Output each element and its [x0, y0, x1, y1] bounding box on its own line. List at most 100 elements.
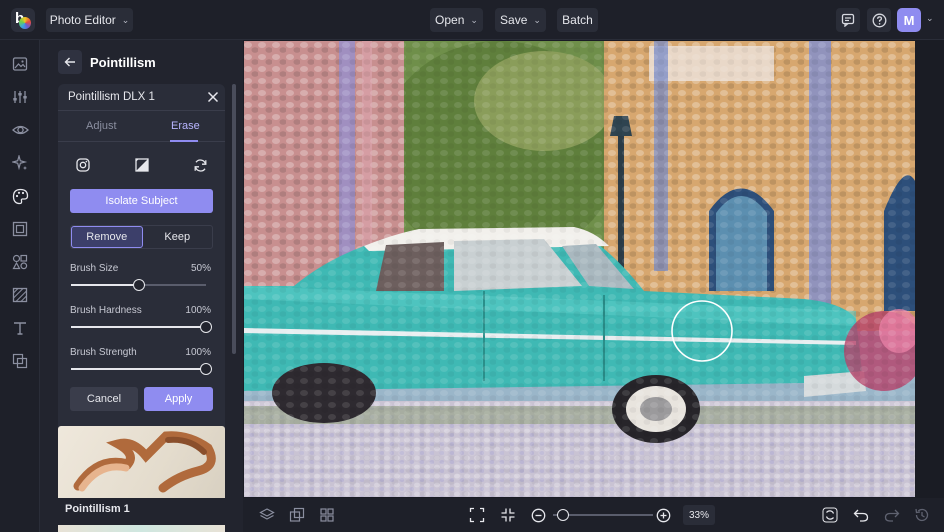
- zoom-in-button[interactable]: [654, 506, 672, 524]
- effect-panel: Pointillism Pointillism DLX 1 Adjust Era…: [40, 40, 243, 532]
- slider-handle[interactable]: [132, 279, 145, 291]
- top-bar: b Photo Editor ⌄ Open ⌄ Save ⌄ Batch M ⌄: [0, 0, 944, 40]
- next-effect-thumbnail[interactable]: [58, 525, 225, 532]
- thumbnail-label: Pointillism 1: [65, 503, 130, 515]
- remove-mode-button[interactable]: Remove: [71, 226, 143, 248]
- chevron-down-icon: ⌄: [533, 14, 541, 25]
- effect-tabs: Adjust Erase: [58, 112, 225, 142]
- refresh-icon: [194, 158, 206, 172]
- history-button[interactable]: [913, 506, 931, 524]
- save-button[interactable]: Save ⌄: [495, 8, 546, 32]
- edited-photo[interactable]: [244, 41, 915, 497]
- feedback-button[interactable]: [836, 8, 860, 32]
- tab-adjust[interactable]: Adjust: [86, 120, 117, 132]
- avatar[interactable]: M: [897, 8, 921, 32]
- artsy-palette-icon[interactable]: [11, 187, 29, 205]
- refresh-button[interactable]: [821, 506, 839, 524]
- refresh-icon: [822, 507, 838, 523]
- thumbnail-caption: Pointillism 1: [58, 498, 225, 520]
- open-label: Open: [435, 13, 465, 27]
- panel-title: Pointillism: [90, 54, 156, 70]
- fit-screen-icon: [469, 507, 485, 523]
- image-icon[interactable]: [11, 55, 29, 73]
- overlay-icon[interactable]: [11, 352, 29, 370]
- left-tool-nav: [0, 40, 40, 532]
- history-icon: [915, 508, 929, 522]
- zoom-slider[interactable]: [553, 509, 653, 521]
- cancel-button[interactable]: Cancel: [70, 387, 138, 411]
- fit-screen-button[interactable]: [468, 506, 486, 524]
- batch-label: Batch: [562, 13, 593, 27]
- close-icon[interactable]: [206, 90, 220, 104]
- graphics-shapes-icon[interactable]: [11, 253, 29, 271]
- eye-icon[interactable]: [11, 121, 29, 139]
- text-icon[interactable]: [11, 319, 29, 337]
- redo-icon: [884, 509, 900, 522]
- bottom-toolbar: 33%: [243, 498, 944, 532]
- panel-scrollbar[interactable]: [232, 84, 236, 354]
- photo-editor-menu-button[interactable]: Photo Editor ⌄: [46, 8, 133, 32]
- brush-mode-toggle: Remove Keep: [70, 225, 213, 249]
- heart-hands-image: [73, 431, 216, 493]
- undo-icon: [853, 509, 869, 522]
- tab-erase[interactable]: Erase: [171, 120, 200, 132]
- zoom-slider-handle[interactable]: [557, 509, 569, 521]
- photo-editor-label: Photo Editor: [49, 13, 116, 27]
- texture-icon[interactable]: [11, 286, 29, 304]
- brush-size-label: Brush Size: [70, 263, 119, 274]
- zoom-level[interactable]: 33%: [683, 505, 715, 525]
- help-button[interactable]: [867, 8, 891, 32]
- chevron-down-icon: ⌄: [470, 14, 478, 25]
- effect-thumbnail[interactable]: [58, 426, 225, 498]
- zoom-out-button[interactable]: [529, 506, 547, 524]
- batch-button[interactable]: Batch: [557, 8, 598, 32]
- invert-icon: [135, 158, 149, 172]
- pointillism-car-photo: [244, 41, 915, 497]
- zoom-in-icon: [656, 508, 670, 522]
- slider-handle[interactable]: [200, 321, 212, 333]
- befunky-logo[interactable]: b: [11, 8, 35, 32]
- effect-settings-card: Pointillism DLX 1 Adjust Erase Isolate S…: [58, 84, 225, 460]
- brush-size-slider[interactable]: [71, 279, 206, 291]
- keep-mode-button[interactable]: Keep: [143, 226, 213, 248]
- brush-hardness-value: 100%: [185, 305, 211, 316]
- compare-button[interactable]: [288, 506, 306, 524]
- open-button[interactable]: Open ⌄: [430, 8, 483, 32]
- canvas-area[interactable]: [243, 40, 944, 498]
- apply-button[interactable]: Apply: [144, 387, 213, 411]
- redo-button[interactable]: [883, 506, 901, 524]
- brush-hardness-slider[interactable]: [71, 321, 212, 333]
- slider-fill: [71, 326, 206, 328]
- back-button[interactable]: [58, 50, 82, 74]
- brush-strength-label: Brush Strength: [70, 347, 137, 358]
- grid-icon: [320, 508, 334, 522]
- arrow-left-icon: [64, 57, 75, 67]
- help-icon: [872, 13, 886, 27]
- slider-fill: [71, 284, 139, 286]
- save-label: Save: [500, 13, 528, 27]
- isolate-subject-button[interactable]: Isolate Subject: [70, 189, 213, 213]
- compare-icon: [289, 507, 305, 522]
- invert-mask-button[interactable]: [132, 155, 152, 175]
- instagram-brush-button[interactable]: [73, 155, 93, 175]
- layers-button[interactable]: [258, 506, 276, 524]
- card-header: Pointillism DLX 1: [58, 84, 225, 111]
- collapse-icon: [501, 508, 515, 522]
- grid-view-button[interactable]: [318, 506, 336, 524]
- frame-icon[interactable]: [11, 220, 29, 238]
- active-tab-indicator: [170, 140, 198, 142]
- layers-icon: [259, 508, 275, 520]
- effect-name: Pointillism DLX 1: [68, 91, 155, 103]
- effects-sparkle-icon[interactable]: [11, 154, 29, 172]
- brush-strength-value: 100%: [185, 347, 211, 358]
- brush-strength-slider[interactable]: [71, 363, 212, 375]
- chevron-down-icon: ⌄: [121, 14, 130, 25]
- instagram-icon: [76, 158, 90, 172]
- actual-size-button[interactable]: [499, 506, 517, 524]
- adjust-sliders-icon[interactable]: [11, 88, 29, 106]
- reset-mask-button[interactable]: [190, 155, 210, 175]
- slider-handle[interactable]: [200, 363, 212, 375]
- chevron-down-icon[interactable]: ⌄: [926, 13, 934, 24]
- undo-button[interactable]: [852, 506, 870, 524]
- feedback-icon: [841, 13, 855, 27]
